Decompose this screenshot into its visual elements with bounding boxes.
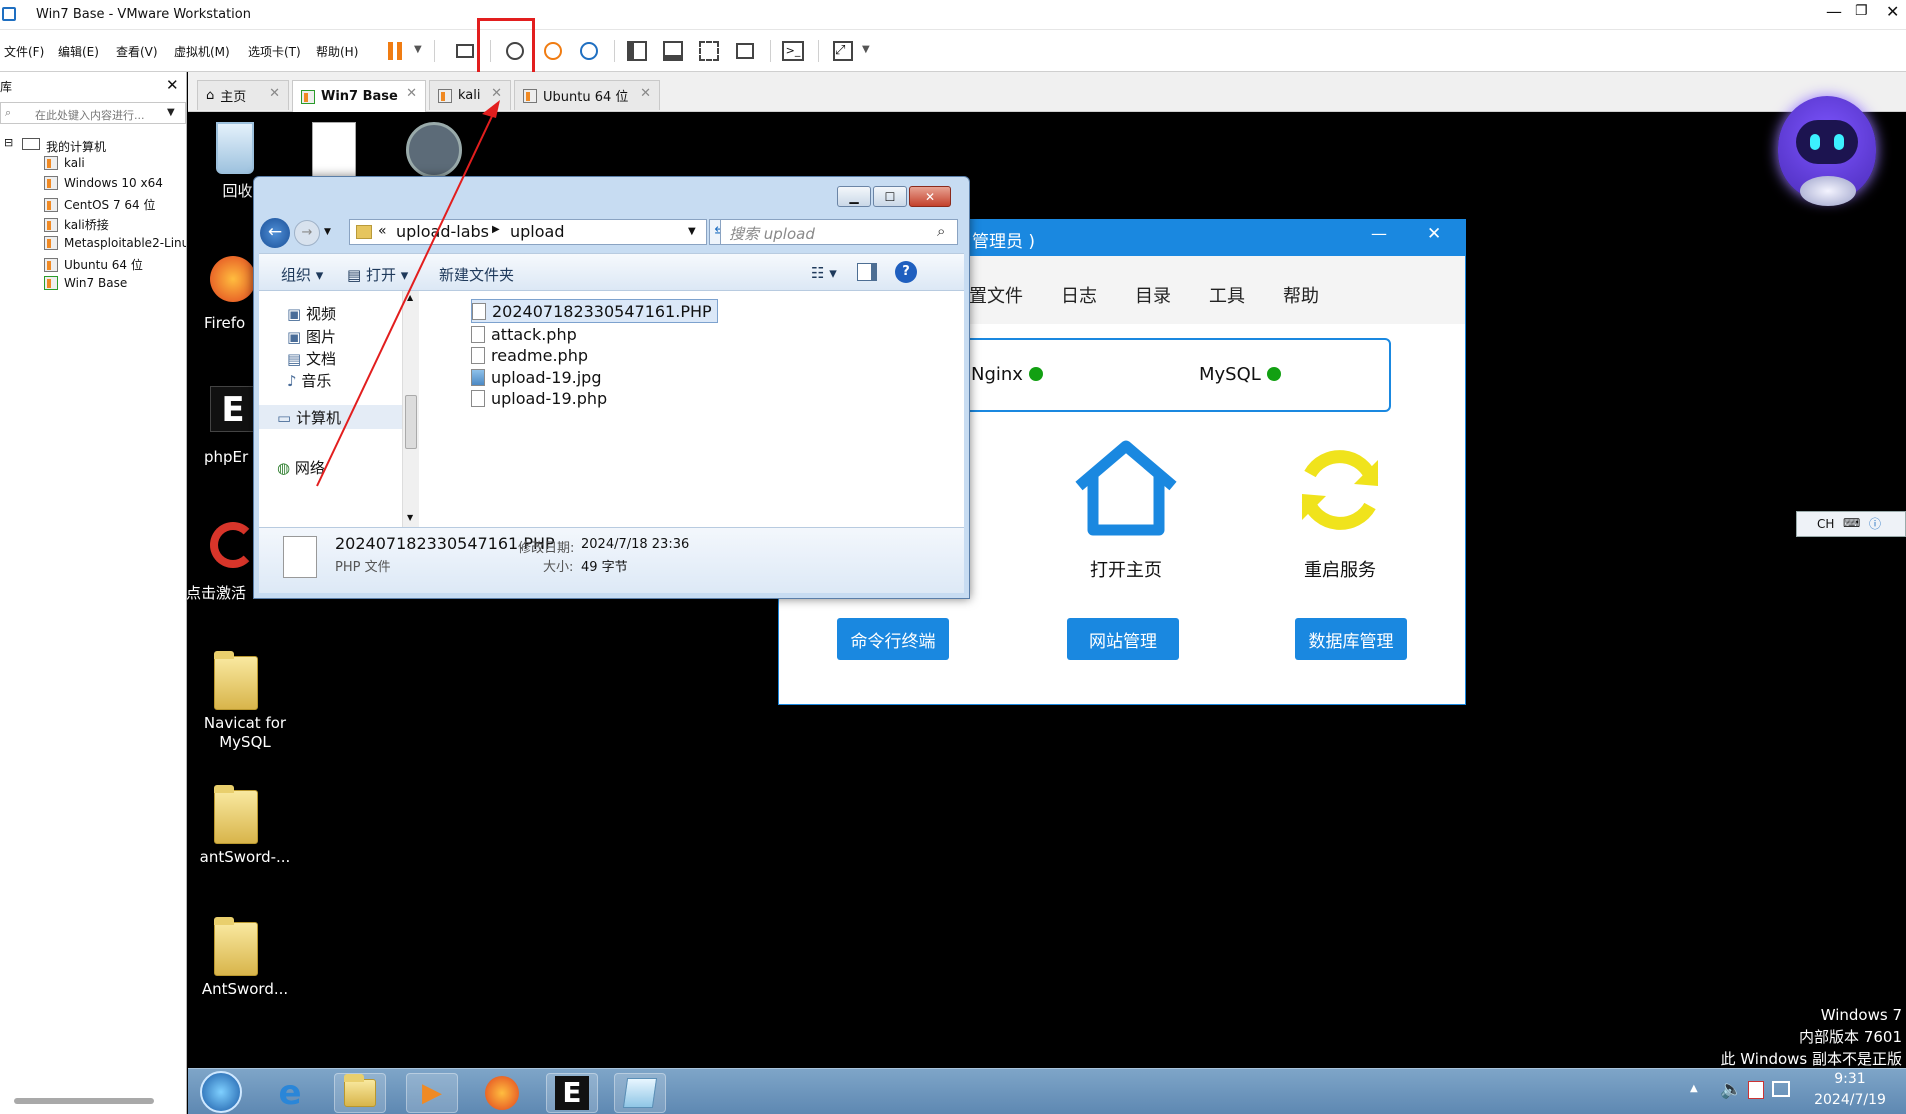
taskbar-media-player[interactable]: ▶: [406, 1073, 458, 1113]
network-icon[interactable]: [1772, 1081, 1790, 1097]
taskbar-explorer[interactable]: [334, 1073, 386, 1113]
system-tray: ▲ 🔈 9:31 2024/7/19: [1646, 1069, 1906, 1114]
taskbar-ie[interactable]: e: [264, 1073, 316, 1113]
notepad-icon: [622, 1078, 658, 1108]
tray-expand-icon[interactable]: ▲: [1690, 1083, 1698, 1094]
taskbar: e ▶ E ▲ 🔈 9:31 2024/7/19: [188, 1068, 1906, 1114]
volume-icon[interactable]: 🔈: [1720, 1079, 1742, 1100]
taskbar-firefox[interactable]: [476, 1073, 528, 1113]
internet-explorer-icon: e: [278, 1073, 302, 1113]
annotation-arrow: [316, 100, 500, 487]
windows-watermark: Windows 7 内部版本 7601 此 Windows 副本不是正版: [1720, 1006, 1903, 1068]
media-player-icon: ▶: [422, 1078, 442, 1108]
action-center-icon[interactable]: [1748, 1081, 1764, 1099]
e-editor-icon: E: [555, 1076, 589, 1110]
clock-date[interactable]: 2024/7/19: [1798, 1092, 1902, 1108]
clock-time[interactable]: 9:31: [1798, 1071, 1902, 1087]
firefox-icon: [485, 1076, 519, 1110]
taskbar-editor[interactable]: E: [546, 1073, 598, 1113]
folder-icon: [344, 1074, 376, 1107]
start-button[interactable]: [200, 1071, 242, 1113]
taskbar-notepad[interactable]: [614, 1073, 666, 1113]
